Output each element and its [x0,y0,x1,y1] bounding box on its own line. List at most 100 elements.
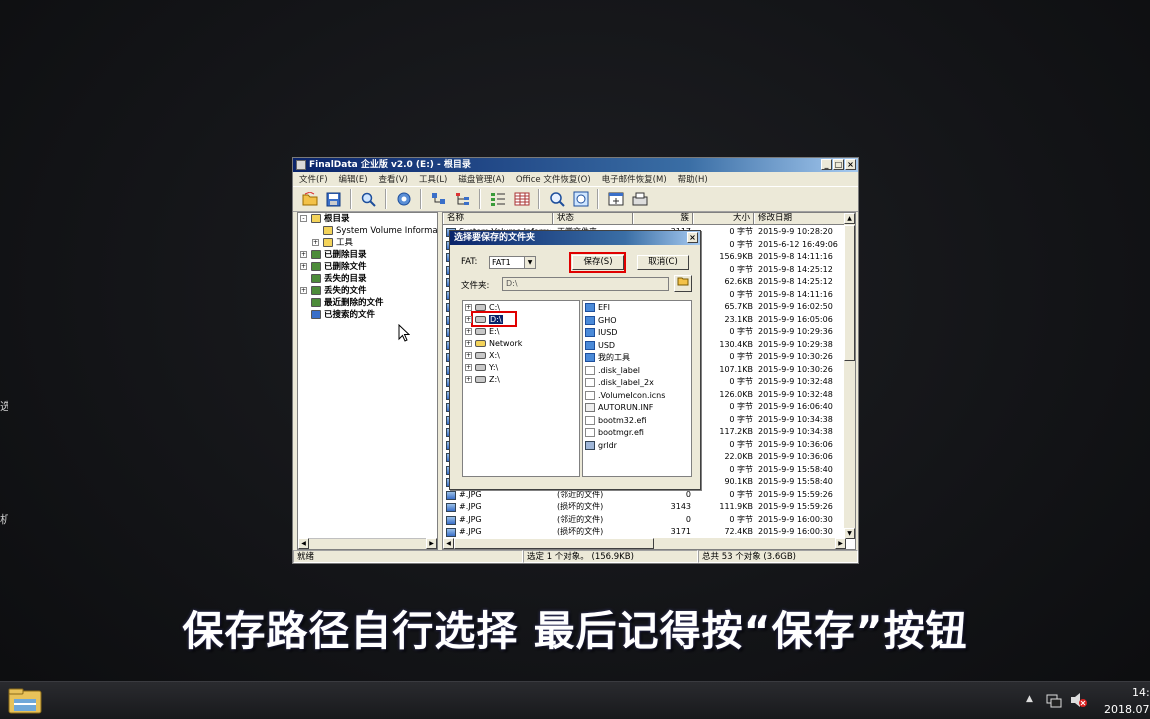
minimize-button[interactable]: _ [821,159,832,170]
tree-item[interactable]: 最近删除的文件 [298,297,437,309]
scroll-right-icon[interactable]: ▶ [835,538,846,549]
table-row[interactable]: #.JPG (损坏的文件) 3171 72.4KB 2015-9-9 16:00:30 [443,526,846,539]
file-explorer-icon[interactable] [8,687,42,715]
list-horizontal-scrollbar[interactable]: ◀ ▶ [443,538,846,549]
list-item[interactable]: .disk_label_2x [585,377,654,389]
menu-item-7[interactable]: 帮助(H) [678,173,708,185]
tree-item[interactable]: + 丢失的文件 [298,285,437,297]
tree-item[interactable]: + 工具 [298,237,437,249]
chevron-down-icon[interactable]: ▼ [524,257,535,268]
tree-item[interactable]: 丢失的目录 [298,273,437,285]
drive-item[interactable]: + X:\ [465,350,500,362]
menu-item-6[interactable]: 电子邮件恢复(M) [602,173,667,185]
column-size[interactable]: 大小 [693,213,754,224]
expand-icon[interactable]: + [465,376,472,383]
close-button[interactable]: × [845,159,856,170]
tree-item[interactable]: 已搜索的文件 [298,309,437,321]
drive-item[interactable]: + Y:\ [465,362,498,374]
save-icon[interactable] [323,189,344,210]
clock-time[interactable]: 14: [1132,686,1150,699]
expand-icon[interactable]: + [300,251,307,258]
list-item[interactable]: EFI [585,302,610,314]
table-row[interactable]: #.JPG (邻近的文件) 0 0 字节 2015-9-9 15:59:26 [443,489,846,502]
dialog-titlebar[interactable]: 选择要保存的文件夹 × [450,231,700,245]
find-icon[interactable] [546,189,567,210]
menu-item-2[interactable]: 查看(V) [379,173,408,185]
compare-icon[interactable] [570,189,591,210]
menu-item-1[interactable]: 编辑(E) [339,173,368,185]
list-item[interactable]: .VolumeIcon.icns [585,390,665,402]
menu-item-5[interactable]: Office 文件恢复(O) [516,173,591,185]
expand-icon[interactable]: + [300,287,307,294]
drive-item[interactable]: + Z:\ [465,374,500,386]
table-row[interactable]: #.JPG (邻近的文件) 0 0 字节 2015-9-9 16:00:30 [443,514,846,527]
scroll-right-icon[interactable]: ▶ [426,538,437,549]
volume-muted-icon[interactable] [1070,692,1088,711]
tree-item[interactable]: System Volume Information [298,225,437,237]
scroll-left-icon[interactable]: ◀ [298,538,309,549]
expand-icon[interactable]: + [465,340,472,347]
scroll-up-icon[interactable]: ▲ [844,213,855,224]
table-row[interactable]: #.JPG (损坏的文件) 3143 111.9KB 2015-9-9 15:59:26 [443,501,846,514]
expand-icon[interactable]: + [312,239,319,246]
column-date[interactable]: 修改日期 [754,213,846,224]
expand-icon[interactable]: + [465,352,472,359]
list-item[interactable]: GHO [585,315,617,327]
scan-icon[interactable] [629,189,650,210]
cancel-button[interactable]: 取消(C) [637,255,689,270]
file-name: AUTORUN.INF [598,403,654,412]
list-item[interactable]: grldr [585,440,617,452]
clock-date[interactable]: 2018.07 [1104,703,1150,716]
cell-date: 2015-9-9 16:06:40 [758,402,833,411]
tree-item[interactable]: - 根目录 [298,213,437,225]
browse-folder-icon[interactable] [674,275,692,292]
list-item[interactable]: 我的工具 [585,352,630,364]
list-view-icon[interactable] [487,189,508,210]
tree-item[interactable]: + 已删除目录 [298,249,437,261]
copy-icon[interactable] [428,189,449,210]
scroll-thumb[interactable] [454,538,654,549]
column-cluster[interactable]: 簇 [633,213,693,224]
expand-icon[interactable]: + [465,364,472,371]
fat-select[interactable]: FAT1 ▼ [489,256,536,269]
add-window-icon[interactable] [605,189,626,210]
folder-path-field[interactable]: D:\ [502,277,669,291]
directory-tree[interactable]: ◀ ▶ - 根目录 System Volume Information + 工具 + 已删除… [297,212,438,550]
list-item[interactable]: IUSD [585,327,617,339]
list-item[interactable]: .disk_label [585,365,640,377]
list-item[interactable]: USD [585,340,615,352]
expand-icon[interactable]: + [465,316,472,323]
dialog-close-button[interactable]: × [687,232,698,243]
column-status[interactable]: 状态 [553,213,633,224]
settings-icon[interactable] [393,189,414,210]
column-name[interactable]: 名称 [443,213,553,224]
drive-item[interactable]: + E:\ [465,326,499,338]
expand-icon[interactable]: + [465,304,472,311]
window-titlebar[interactable]: FinalData 企业版 v2.0 (E:) - 根目录 _ □ × [293,158,858,172]
scroll-left-icon[interactable]: ◀ [443,538,454,549]
folder-contents-list[interactable]: EFI GHO IUSD USD 我的工具 .disk_label .disk_label_… [582,300,692,477]
drive-tree[interactable]: + C:\ + D:\ + E:\ + Network + X:\ + Y:\ + Z:\ [462,300,580,477]
drive-item[interactable]: + C:\ [465,302,500,314]
drive-item[interactable]: + D:\ [465,314,503,326]
drive-item[interactable]: + Network [465,338,522,350]
tray-expand-icon[interactable]: ▲ [1026,694,1033,704]
tree-item[interactable]: + 已删除文件 [298,261,437,273]
menu-item-4[interactable]: 磁盘管理(A) [458,173,504,185]
expand-icon[interactable]: + [300,263,307,270]
tree-icon[interactable] [452,189,473,210]
list-item[interactable]: bootmgr.efi [585,427,644,439]
maximize-button[interactable]: □ [833,159,844,170]
window-title: FinalData 企业版 v2.0 (E:) - 根目录 [309,160,471,170]
expand-icon[interactable]: + [465,328,472,335]
menu-item-3[interactable]: 工具(L) [419,173,447,185]
network-icon[interactable] [1046,692,1062,711]
menu-item-0[interactable]: 文件(F) [299,173,328,185]
collapse-icon[interactable]: - [300,215,307,222]
open-folder-icon[interactable] [299,189,320,210]
list-item[interactable]: bootm32.efi [585,415,646,427]
grid-view-icon[interactable] [511,189,532,210]
tree-horizontal-scrollbar[interactable]: ◀ ▶ [298,538,437,549]
list-item[interactable]: AUTORUN.INF [585,402,653,414]
search-icon[interactable] [358,189,379,210]
